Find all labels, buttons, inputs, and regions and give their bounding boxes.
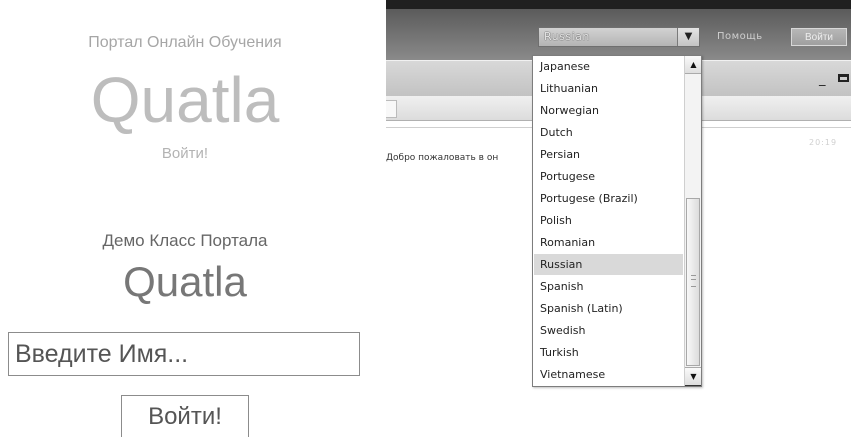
portal-panel: Портал Онлайн Обучения Quatla Войти! Дем… — [0, 0, 380, 437]
chevron-down-icon[interactable]: ▼ — [677, 28, 699, 46]
language-option[interactable]: Romanian — [534, 232, 683, 253]
minimize-icon[interactable]: _ — [819, 72, 826, 87]
language-option[interactable]: Portugese — [534, 166, 683, 187]
language-option[interactable]: Japanese — [534, 56, 683, 77]
language-select-value: Russian — [544, 30, 590, 43]
tab-stub[interactable] — [386, 100, 397, 118]
language-dropdown-list[interactable]: Japanese Lithuanian Norwegian Dutch Pers… — [532, 55, 702, 387]
arrow-down-icon[interactable]: ▼ — [685, 367, 701, 386]
language-option[interactable]: Spanish (Latin) — [534, 298, 683, 319]
language-option[interactable]: Vietnamese — [534, 364, 683, 385]
demo-logo: Quatla — [123, 258, 247, 305]
demo-login-button[interactable]: Войти! — [121, 395, 249, 437]
top-strip — [386, 0, 851, 9]
grip-icon — [691, 275, 696, 287]
language-option[interactable]: Norwegian — [534, 100, 683, 121]
language-option[interactable]: Lithuanian — [534, 78, 683, 99]
scrollbar-thumb[interactable] — [686, 198, 700, 366]
app-window: Russian ▼ Помощь Войти _ Добро пожаловат… — [386, 0, 851, 438]
portal-subtitle: Портал Онлайн Обучения — [88, 34, 282, 51]
app-login-button[interactable]: Войти — [791, 28, 847, 46]
welcome-text: Добро пожаловать в он — [386, 153, 499, 163]
language-option[interactable]: Persian — [534, 144, 683, 165]
language-select[interactable]: Russian ▼ — [538, 27, 700, 47]
language-option[interactable]: Spanish — [534, 276, 683, 297]
language-option[interactable]: Portugese (Brazil) — [534, 188, 683, 209]
portal-logo: Quatla — [90, 64, 280, 136]
language-option[interactable]: Swedish — [534, 320, 683, 341]
language-option[interactable]: Dutch — [534, 122, 683, 143]
portal-login-link[interactable]: Войти! — [0, 145, 370, 162]
maximize-icon[interactable] — [838, 74, 849, 82]
help-link[interactable]: Помощь — [717, 31, 763, 42]
language-option-selected[interactable]: Russian — [534, 254, 683, 275]
dropdown-scrollbar[interactable]: ▲ ▼ — [684, 56, 701, 386]
name-input[interactable] — [8, 332, 360, 376]
demo-subtitle: Демо Класс Портала — [102, 231, 268, 250]
arrow-up-icon[interactable]: ▲ — [685, 56, 701, 74]
language-option[interactable]: Turkish — [534, 342, 683, 363]
language-option[interactable]: Polish — [534, 210, 683, 231]
clock: 20:19 — [809, 138, 838, 147]
